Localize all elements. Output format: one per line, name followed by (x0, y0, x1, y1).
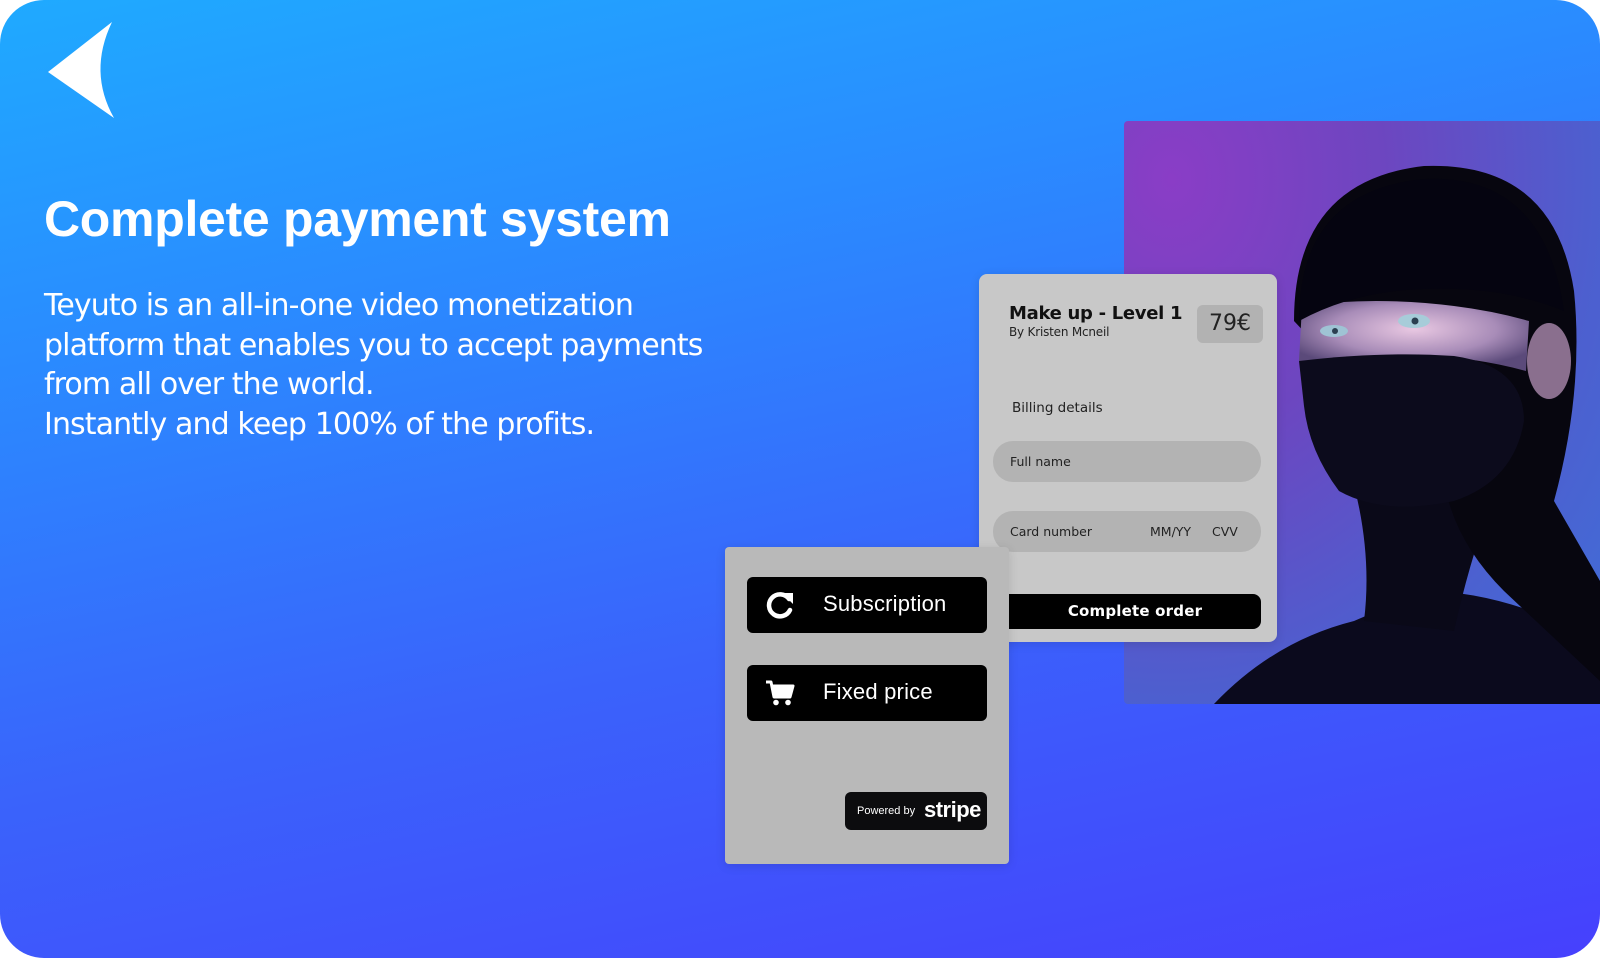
powered-by-stripe-badge[interactable]: Powered by stripe (845, 792, 987, 830)
cvv-placeholder[interactable]: CVV (1212, 524, 1238, 539)
refresh-icon (766, 592, 793, 619)
product-author: By Kristen Mcneil (1009, 325, 1110, 339)
pricing-options-card: Subscription Fixed price Powered by stri… (725, 547, 1009, 864)
complete-order-button[interactable]: Complete order (1009, 594, 1261, 629)
page-title: Complete payment system (44, 191, 671, 247)
price-badge: 79€ (1197, 305, 1263, 343)
card-number-input[interactable]: Card number MM/YY CVV (993, 511, 1261, 552)
description-line: from all over the world. (44, 367, 375, 402)
full-name-input[interactable]: Full name (993, 441, 1261, 482)
fixed-price-label: Fixed price (823, 679, 933, 704)
description: Teyuto is an all-in-one video monetizati… (44, 286, 744, 444)
subscription-button[interactable]: Subscription (747, 577, 987, 633)
subscription-label: Subscription (823, 591, 947, 616)
description-line: Teyuto is an all-in-one video monetizati… (44, 288, 634, 323)
card-number-placeholder: Card number (1010, 524, 1093, 539)
description-line: platform that enables you to accept paym… (44, 327, 703, 363)
powered-by-label: Powered by (857, 805, 916, 817)
full-name-placeholder: Full name (1010, 454, 1071, 469)
shopping-cart-icon (766, 680, 795, 706)
back-arrow-icon[interactable] (46, 22, 118, 122)
product-title: Make up - Level 1 (1009, 303, 1183, 324)
fixed-price-button[interactable]: Fixed price (747, 665, 987, 721)
checkout-card: Make up - Level 1 By Kristen Mcneil 79€ … (979, 274, 1277, 642)
stripe-logo: stripe (924, 797, 981, 822)
slide: Complete payment system Teyuto is an all… (0, 0, 1600, 958)
expiry-placeholder[interactable]: MM/YY (1150, 524, 1191, 539)
billing-details-label: Billing details (1012, 400, 1103, 416)
description-line: Instantly and keep 100% of the profits. (44, 406, 595, 442)
